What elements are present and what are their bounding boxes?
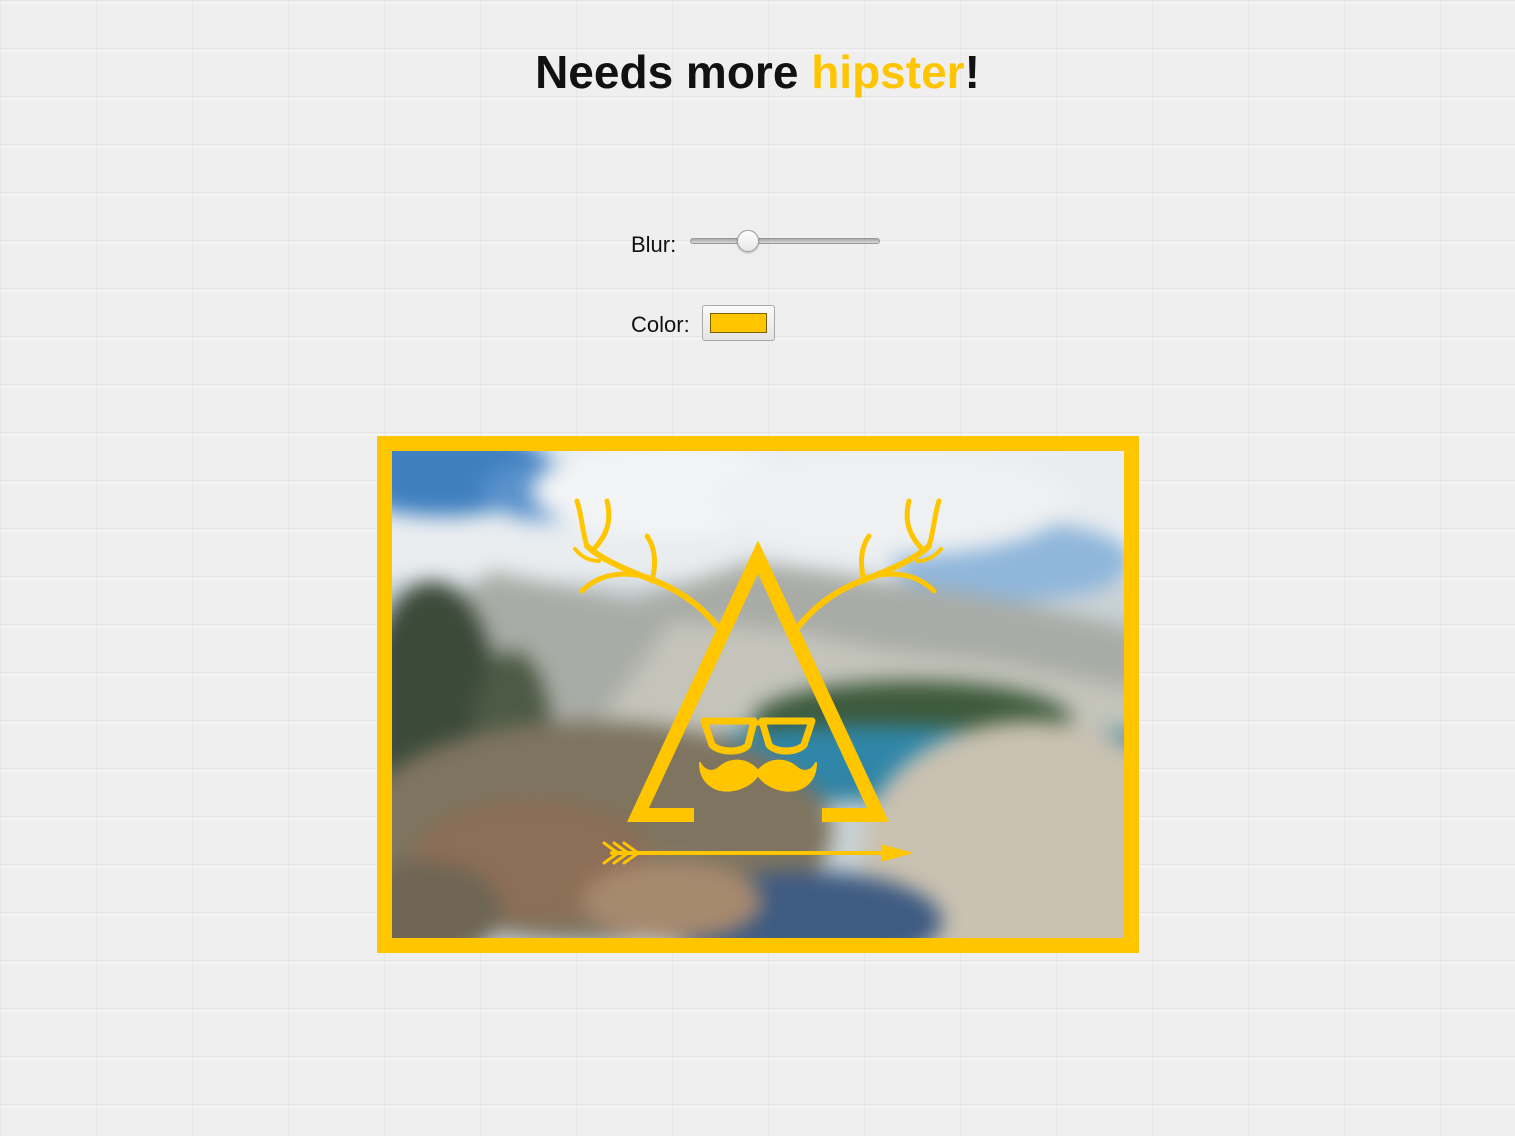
color-picker[interactable] bbox=[702, 305, 775, 341]
blur-slider-track[interactable] bbox=[690, 238, 880, 244]
title-prefix: Needs more bbox=[535, 46, 812, 98]
mustache-icon bbox=[699, 759, 817, 792]
color-picker-swatch[interactable] bbox=[710, 313, 767, 333]
arrow-icon bbox=[602, 841, 913, 865]
title-accent: hipster bbox=[811, 46, 965, 98]
page-title: Needs more hipster! bbox=[0, 43, 1515, 101]
blur-label: Blur: bbox=[631, 232, 677, 257]
blur-slider[interactable] bbox=[690, 229, 882, 253]
color-label: Color: bbox=[631, 312, 690, 337]
hipster-logo bbox=[573, 498, 943, 865]
blur-slider-thumb[interactable] bbox=[737, 230, 759, 252]
glasses-icon bbox=[700, 717, 816, 755]
image-frame bbox=[377, 436, 1139, 953]
title-suffix: ! bbox=[964, 46, 980, 98]
